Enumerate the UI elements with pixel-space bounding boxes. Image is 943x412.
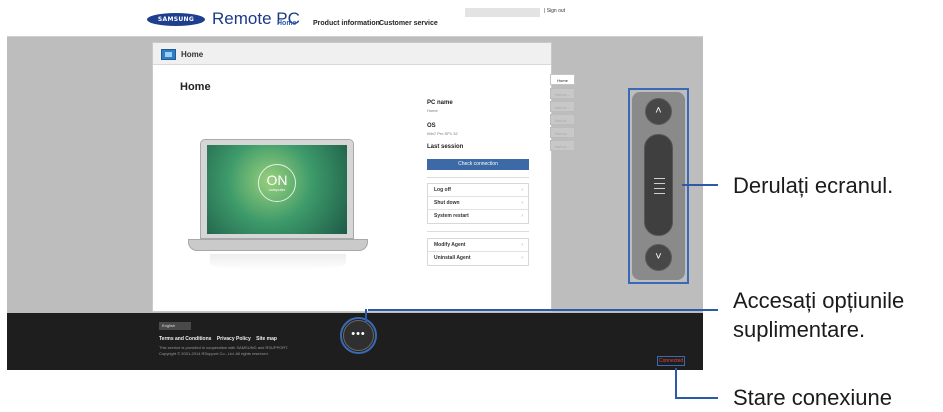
callout-line-status-horizontal: [675, 397, 718, 399]
footer-links: Terms and Conditions Privacy Policy Site…: [159, 336, 281, 342]
user-account-box: [465, 8, 540, 17]
grip-line: [654, 193, 665, 194]
scroll-thumb[interactable]: [644, 134, 673, 236]
callout-line-status: [675, 368, 677, 398]
page-title: Home: [180, 81, 211, 93]
laptop-screen: ON computer: [207, 145, 347, 234]
uninstall-agent-item[interactable]: Uninstall Agent: [428, 252, 528, 265]
scroll-control-highlight: ˄ ˅: [628, 88, 689, 284]
grip-line: [654, 178, 665, 179]
chevron-down-icon[interactable]: ˅: [645, 244, 672, 271]
callout-line-scroll: [682, 184, 718, 186]
check-connection-button[interactable]: Check connection: [427, 159, 529, 170]
laptop-illustration: ON computer: [188, 139, 368, 274]
callout-more-line1: Accesați opțiunile: [733, 288, 905, 313]
nav-product-information[interactable]: Product information: [313, 20, 380, 27]
laptop-reflection: [210, 254, 346, 270]
tab-not-connected[interactable]: Not co...: [550, 101, 575, 112]
os-value: Win7 Pro SP1 32: [427, 131, 458, 136]
laptop-base: [188, 239, 368, 251]
pc-name-label: PC name: [427, 100, 453, 106]
home-panel: Home Home ON computer PC name Home OS Wi…: [152, 42, 552, 312]
on-sub-label: computer: [268, 187, 286, 192]
tab-not-connected[interactable]: Not co...: [550, 140, 575, 151]
callout-scroll: Derulați ecranul.: [733, 173, 894, 198]
samsung-logo: SAMSUNG: [147, 13, 205, 26]
on-label: ON: [266, 172, 288, 188]
sign-out-link[interactable]: | Sign out: [544, 8, 565, 14]
callout-line-more-drop: [365, 309, 367, 323]
pc-name-value: Home: [427, 108, 438, 113]
nav-customer-service[interactable]: Customer service: [379, 20, 438, 27]
panel-header-label: Home: [181, 50, 204, 59]
callout-more-line2: suplimentare.: [733, 317, 866, 342]
callout-status: Stare conexiune: [733, 385, 892, 410]
panel-header: Home: [153, 43, 551, 65]
shut-down-item[interactable]: Shut down: [428, 197, 528, 210]
language-selector[interactable]: English: [159, 322, 191, 330]
connection-status: Connected: [657, 356, 686, 366]
os-label: OS: [427, 123, 436, 129]
power-on-badge: ON computer: [258, 164, 296, 202]
footer: English Terms and Conditions Privacy Pol…: [7, 313, 703, 370]
tab-not-connected[interactable]: Not co...: [550, 114, 575, 125]
home-icon: [161, 49, 176, 60]
tab-home[interactable]: Home: [550, 74, 575, 85]
tab-not-connected[interactable]: Not co...: [550, 88, 575, 99]
scroll-control: ˄ ˅: [632, 92, 685, 280]
privacy-policy-link[interactable]: Privacy Policy: [217, 336, 251, 342]
grip-line: [654, 183, 665, 184]
tab-not-connected[interactable]: Not co...: [550, 127, 575, 138]
site-map-link[interactable]: Site map: [256, 336, 277, 342]
nav-home[interactable]: Home: [277, 20, 296, 27]
callout-line-more: [368, 309, 718, 311]
divider: [427, 177, 529, 178]
last-session-label: Last session: [427, 144, 464, 150]
grip-line: [654, 188, 665, 189]
more-options-icon[interactable]: •••: [340, 317, 377, 354]
system-restart-item[interactable]: System restart: [428, 210, 528, 223]
main-area: Home Home ON computer PC name Home OS Wi…: [7, 37, 703, 313]
log-off-item[interactable]: Log off: [428, 184, 528, 197]
laptop-lid: ON computer: [200, 139, 354, 239]
modify-agent-item[interactable]: Modify Agent: [428, 239, 528, 252]
top-bar: SAMSUNG Remote PC Home Product informati…: [7, 0, 703, 37]
footer-copyright: Copyright © 2001-2014 RSupport Co., Ltd.…: [159, 351, 269, 356]
terms-link[interactable]: Terms and Conditions: [159, 336, 211, 342]
chevron-up-icon[interactable]: ˄: [645, 98, 672, 125]
remote-pc-screen: SAMSUNG Remote PC Home Product informati…: [7, 0, 703, 370]
divider: [427, 231, 529, 232]
power-menu: Log off Shut down System restart: [427, 183, 529, 224]
agent-menu: Modify Agent Uninstall Agent: [427, 238, 529, 266]
footer-note: This service is provided in cooperation …: [159, 345, 289, 350]
